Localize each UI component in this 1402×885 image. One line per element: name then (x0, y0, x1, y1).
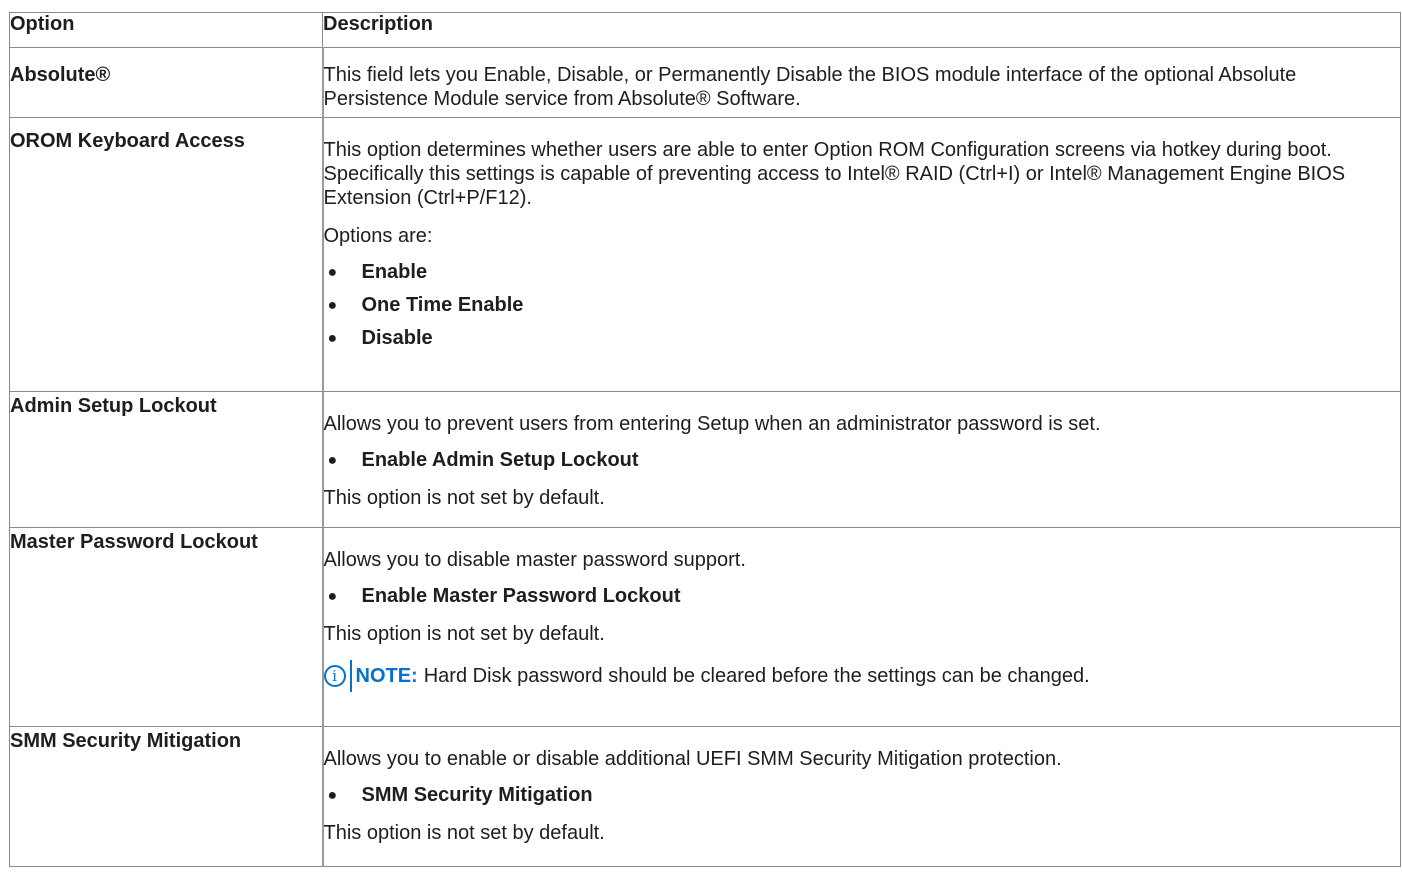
bullet-icon: ● (327, 297, 338, 314)
bullet-icon: ● (327, 452, 338, 469)
option-admin-setup-lockout: Admin Setup Lockout (9, 391, 323, 528)
option-absolute: Absolute® (9, 47, 323, 118)
info-icon: i (323, 665, 346, 687)
table-row: Absolute® This field lets you Enable, Di… (9, 47, 1401, 118)
default-note: This option is not set by default. (323, 822, 605, 844)
option-orom-keyboard-access: OROM Keyboard Access (9, 117, 323, 392)
bios-options-table: Option Description Absolute® This field … (9, 12, 1401, 867)
option-value: Disable (361, 327, 433, 349)
note-box: i NOTE: Hard Disk password should be cle… (323, 660, 1401, 692)
default-note: This option is not set by default. (323, 487, 605, 509)
bullet-icon: ● (327, 330, 338, 347)
description-text: Allows you to enable or disable addition… (323, 748, 1062, 770)
note-divider (349, 660, 352, 692)
header-description: Description (322, 12, 1401, 48)
options-list: ● Enable Master Password Lockout (324, 580, 1401, 613)
description-cell: This option determines whether users are… (321, 117, 1401, 392)
table-header-row: Option Description (9, 12, 1401, 48)
option-value: Enable Admin Setup Lockout (361, 449, 639, 471)
list-item: ● One Time Enable (324, 289, 1401, 322)
options-list: ● Enable Admin Setup Lockout (324, 444, 1401, 477)
description-cell: Allows you to enable or disable addition… (321, 726, 1401, 867)
list-item: ● Enable Admin Setup Lockout (324, 444, 1401, 477)
note-text: Hard Disk password should be cleared bef… (423, 665, 1090, 687)
option-value: Enable Master Password Lockout (361, 585, 681, 607)
option-value: One Time Enable (361, 294, 524, 316)
options-list: ● Enable ● One Time Enable ● Disable (324, 256, 1401, 355)
bullet-icon: ● (327, 787, 338, 804)
option-value: Enable (361, 261, 428, 283)
bullet-icon: ● (327, 264, 338, 281)
list-item: ● Enable (324, 256, 1401, 289)
description-cell: Allows you to disable master password su… (321, 527, 1401, 727)
options-list: ● SMM Security Mitigation (324, 779, 1401, 812)
list-item: ● Enable Master Password Lockout (324, 580, 1401, 613)
list-item: ● Disable (324, 322, 1401, 355)
note-label: NOTE: (355, 665, 418, 687)
option-master-password-lockout: Master Password Lockout (9, 527, 323, 727)
table-row: OROM Keyboard Access This option determi… (9, 117, 1401, 392)
header-option: Option (9, 12, 323, 48)
description-text: Allows you to disable master password su… (323, 549, 746, 571)
description-text: This option determines whether users are… (323, 139, 1346, 209)
table-row: Master Password Lockout Allows you to di… (9, 527, 1401, 727)
description-text: This field lets you Enable, Disable, or … (323, 64, 1297, 110)
option-smm-security-mitigation: SMM Security Mitigation (9, 726, 323, 867)
bullet-icon: ● (327, 588, 338, 605)
default-note: This option is not set by default. (323, 623, 605, 645)
description-cell: Allows you to prevent users from enterin… (321, 391, 1401, 528)
options-label: Options are: (323, 225, 433, 247)
description-cell: This field lets you Enable, Disable, or … (321, 47, 1401, 118)
option-value: SMM Security Mitigation (361, 784, 593, 806)
table-row: SMM Security Mitigation Allows you to en… (9, 726, 1401, 867)
description-text: Allows you to prevent users from enterin… (323, 413, 1101, 435)
table-row: Admin Setup Lockout Allows you to preven… (9, 391, 1401, 528)
list-item: ● SMM Security Mitigation (324, 779, 1401, 812)
